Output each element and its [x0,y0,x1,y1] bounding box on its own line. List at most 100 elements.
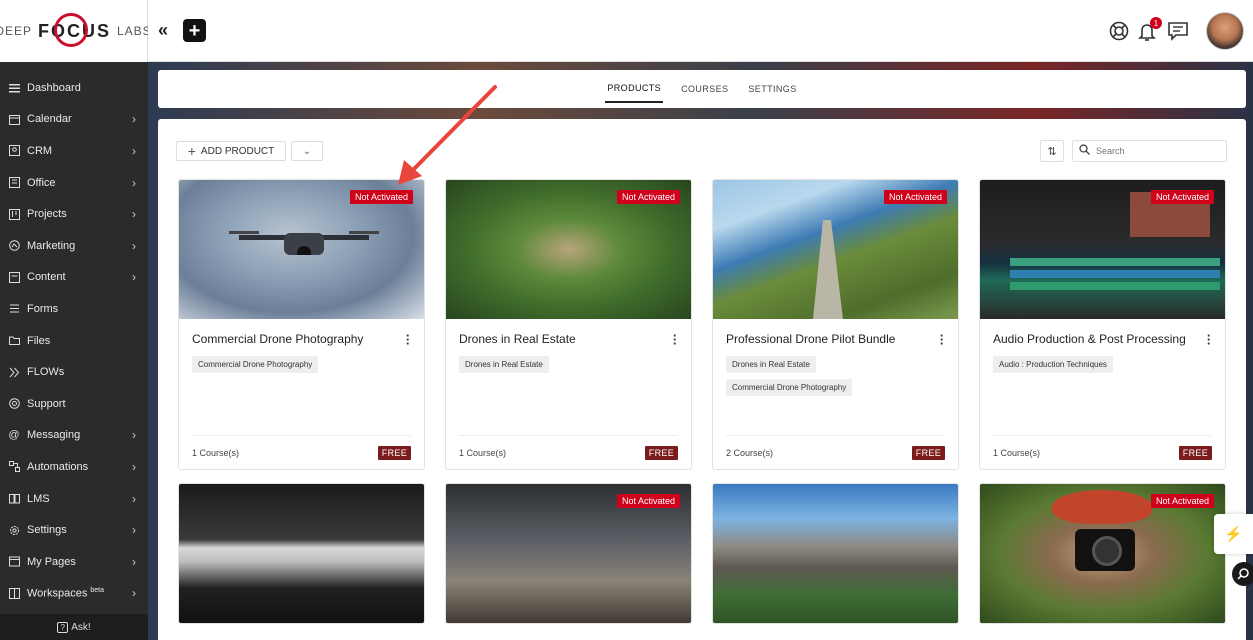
card-body: Commercial Drone Photography · · · Commerc… [179,319,424,469]
tag-list: Drones in Real Estate Commercial Drone P… [726,356,945,396]
plus-icon: + [187,143,196,159]
search-input[interactable] [1096,146,1216,156]
card-title[interactable]: Professional Drone Pilot Bundle [726,332,926,346]
add-product-button[interactable]: + ADD PRODUCT [176,141,286,161]
sidebar-item-dashboard[interactable]: Dashboard [0,72,148,104]
card-footer: 1 Course(s) FREE [993,435,1212,469]
card-title[interactable]: Commercial Drone Photography [192,332,392,346]
sidebar-item-label: Settings [27,524,67,537]
logo[interactable]: DEEP FOCUS LABS [0,0,151,62]
tab-courses[interactable]: COURSES [679,76,730,102]
tab-products[interactable]: PRODUCTS [605,75,664,103]
hat-shape [1052,490,1152,524]
sidebar-item-label: Calendar [27,113,72,126]
beta-badge: beta [90,586,105,594]
tabs-bar: PRODUCTS COURSES SETTINGS [158,70,1246,108]
more-options-icon[interactable]: · · · [939,329,945,350]
course-count: 2 Course(s) [726,447,774,458]
chevron-right-icon: › [132,112,136,127]
status-badge: Not Activated [616,190,680,204]
sort-button[interactable]: ⇅ [1040,140,1064,162]
sidebar-item-messaging[interactable]: @ Messaging › [0,420,148,452]
workspaces-label: Workspaces [27,587,88,600]
chevron-right-icon: › [132,270,136,285]
product-card[interactable] [178,483,425,624]
card-title[interactable]: Drones in Real Estate [459,332,659,346]
more-options-icon[interactable]: · · · [405,329,411,350]
price-badge: FREE [1178,445,1212,460]
card-footer: 1 Course(s) FREE [459,435,678,469]
product-card[interactable]: Not Activated Drones in Real Estate · · · … [445,179,692,470]
chevron-right-icon: › [132,428,136,443]
lifebuoy-icon[interactable] [1108,20,1130,42]
sidebar-item-automations[interactable]: Automations › [0,451,148,483]
card-body: Professional Drone Pilot Bundle · · · Dron… [713,319,958,469]
office-icon [8,177,20,189]
card-footer: 2 Course(s) FREE [726,435,945,469]
product-image: Not Activated [980,180,1225,319]
sidebar-item-office[interactable]: Office › [0,167,148,199]
chat-icon[interactable] [1167,20,1189,42]
sidebar-item-marketing[interactable]: Marketing › [0,230,148,262]
add-product-dropdown-button[interactable]: ⌄ [291,141,323,161]
logo-focus: FOCUS [38,12,111,47]
product-image: Not Activated [713,180,958,319]
sidebar-item-files[interactable]: Files [0,325,148,357]
sidebar-item-my-pages[interactable]: My Pages › [0,546,148,578]
card-title[interactable]: Audio Production & Post Processing [993,332,1193,346]
sidebar-item-flows[interactable]: FLOWs [0,356,148,388]
product-card[interactable]: Not Activated Professional Drone Pilot B… [712,179,959,470]
sidebar-item-label: Dashboard [27,81,81,94]
sidebar-item-workspaces[interactable]: Workspaces beta › [0,578,148,610]
course-count: 1 Course(s) [459,447,507,458]
product-card[interactable]: Not Activated Audio Production & Post Pr… [979,179,1226,470]
product-image: Not Activated [446,180,691,319]
sidebar-item-calendar[interactable]: Calendar › [0,104,148,136]
product-card[interactable]: Not Activated Commercial Drone Photograp… [178,179,425,470]
product-card[interactable]: Not Activated [445,483,692,624]
add-product-label: ADD PRODUCT [200,145,275,157]
tag: Audio : Production Techniques [993,356,1113,373]
sidebar-item-crm[interactable]: CRM › [0,135,148,167]
sidebar-item-label: Automations [27,460,89,473]
tag-list: Commercial Drone Photography [192,356,411,373]
sidebar-item-projects[interactable]: Projects › [0,198,148,230]
tag: Commercial Drone Photography [192,356,319,373]
more-options-icon[interactable]: · · · [672,329,678,350]
status-badge: Not Activated [349,190,413,204]
more-options-icon[interactable]: · · · [1206,329,1212,350]
chevron-right-icon: › [132,143,136,158]
chevron-right-icon: › [132,175,136,190]
quick-add-button[interactable]: + [183,19,206,42]
sidebar-item-support[interactable]: Support [0,388,148,420]
product-card[interactable]: Not Activated [979,483,1226,624]
sidebar-item-content[interactable]: Content › [0,262,148,294]
logo-deep: DEEP [0,24,32,38]
tab-settings[interactable]: SETTINGS [746,76,798,102]
sidebar-item-settings[interactable]: Settings › [0,514,148,546]
tag-list: Drones in Real Estate [459,356,678,373]
collapse-sidebar-button[interactable]: « [158,20,168,41]
crm-icon [8,145,20,157]
avatar[interactable] [1206,12,1244,50]
status-badge: Not Activated [616,494,680,508]
price-badge: FREE [644,445,678,460]
notification-badge: 1 [1150,17,1162,29]
sidebar-item-label: Messaging [27,429,81,442]
product-image [179,484,424,623]
card-body: Audio Production & Post Processing · · · A… [980,319,1225,469]
sidebar-item-forms[interactable]: Forms [0,293,148,325]
product-card[interactable] [712,483,959,624]
quick-actions-button[interactable]: ⚡ [1214,514,1253,554]
ask-button[interactable]: ? Ask! [0,614,148,640]
search-icon [1237,568,1249,580]
sidebar-item-lms[interactable]: LMS › [0,483,148,515]
sidebar-item-label: Projects [27,208,67,221]
menu-icon [8,82,20,94]
price-badge: FREE [377,445,411,460]
drone-illustration [229,231,379,255]
search-box[interactable] [1072,140,1227,162]
tag-list: Audio : Production Techniques [993,356,1212,373]
floating-search-button[interactable] [1232,562,1253,586]
sidebar: DEEP FOCUS LABS Dashboard Calendar › CRM… [0,0,151,640]
